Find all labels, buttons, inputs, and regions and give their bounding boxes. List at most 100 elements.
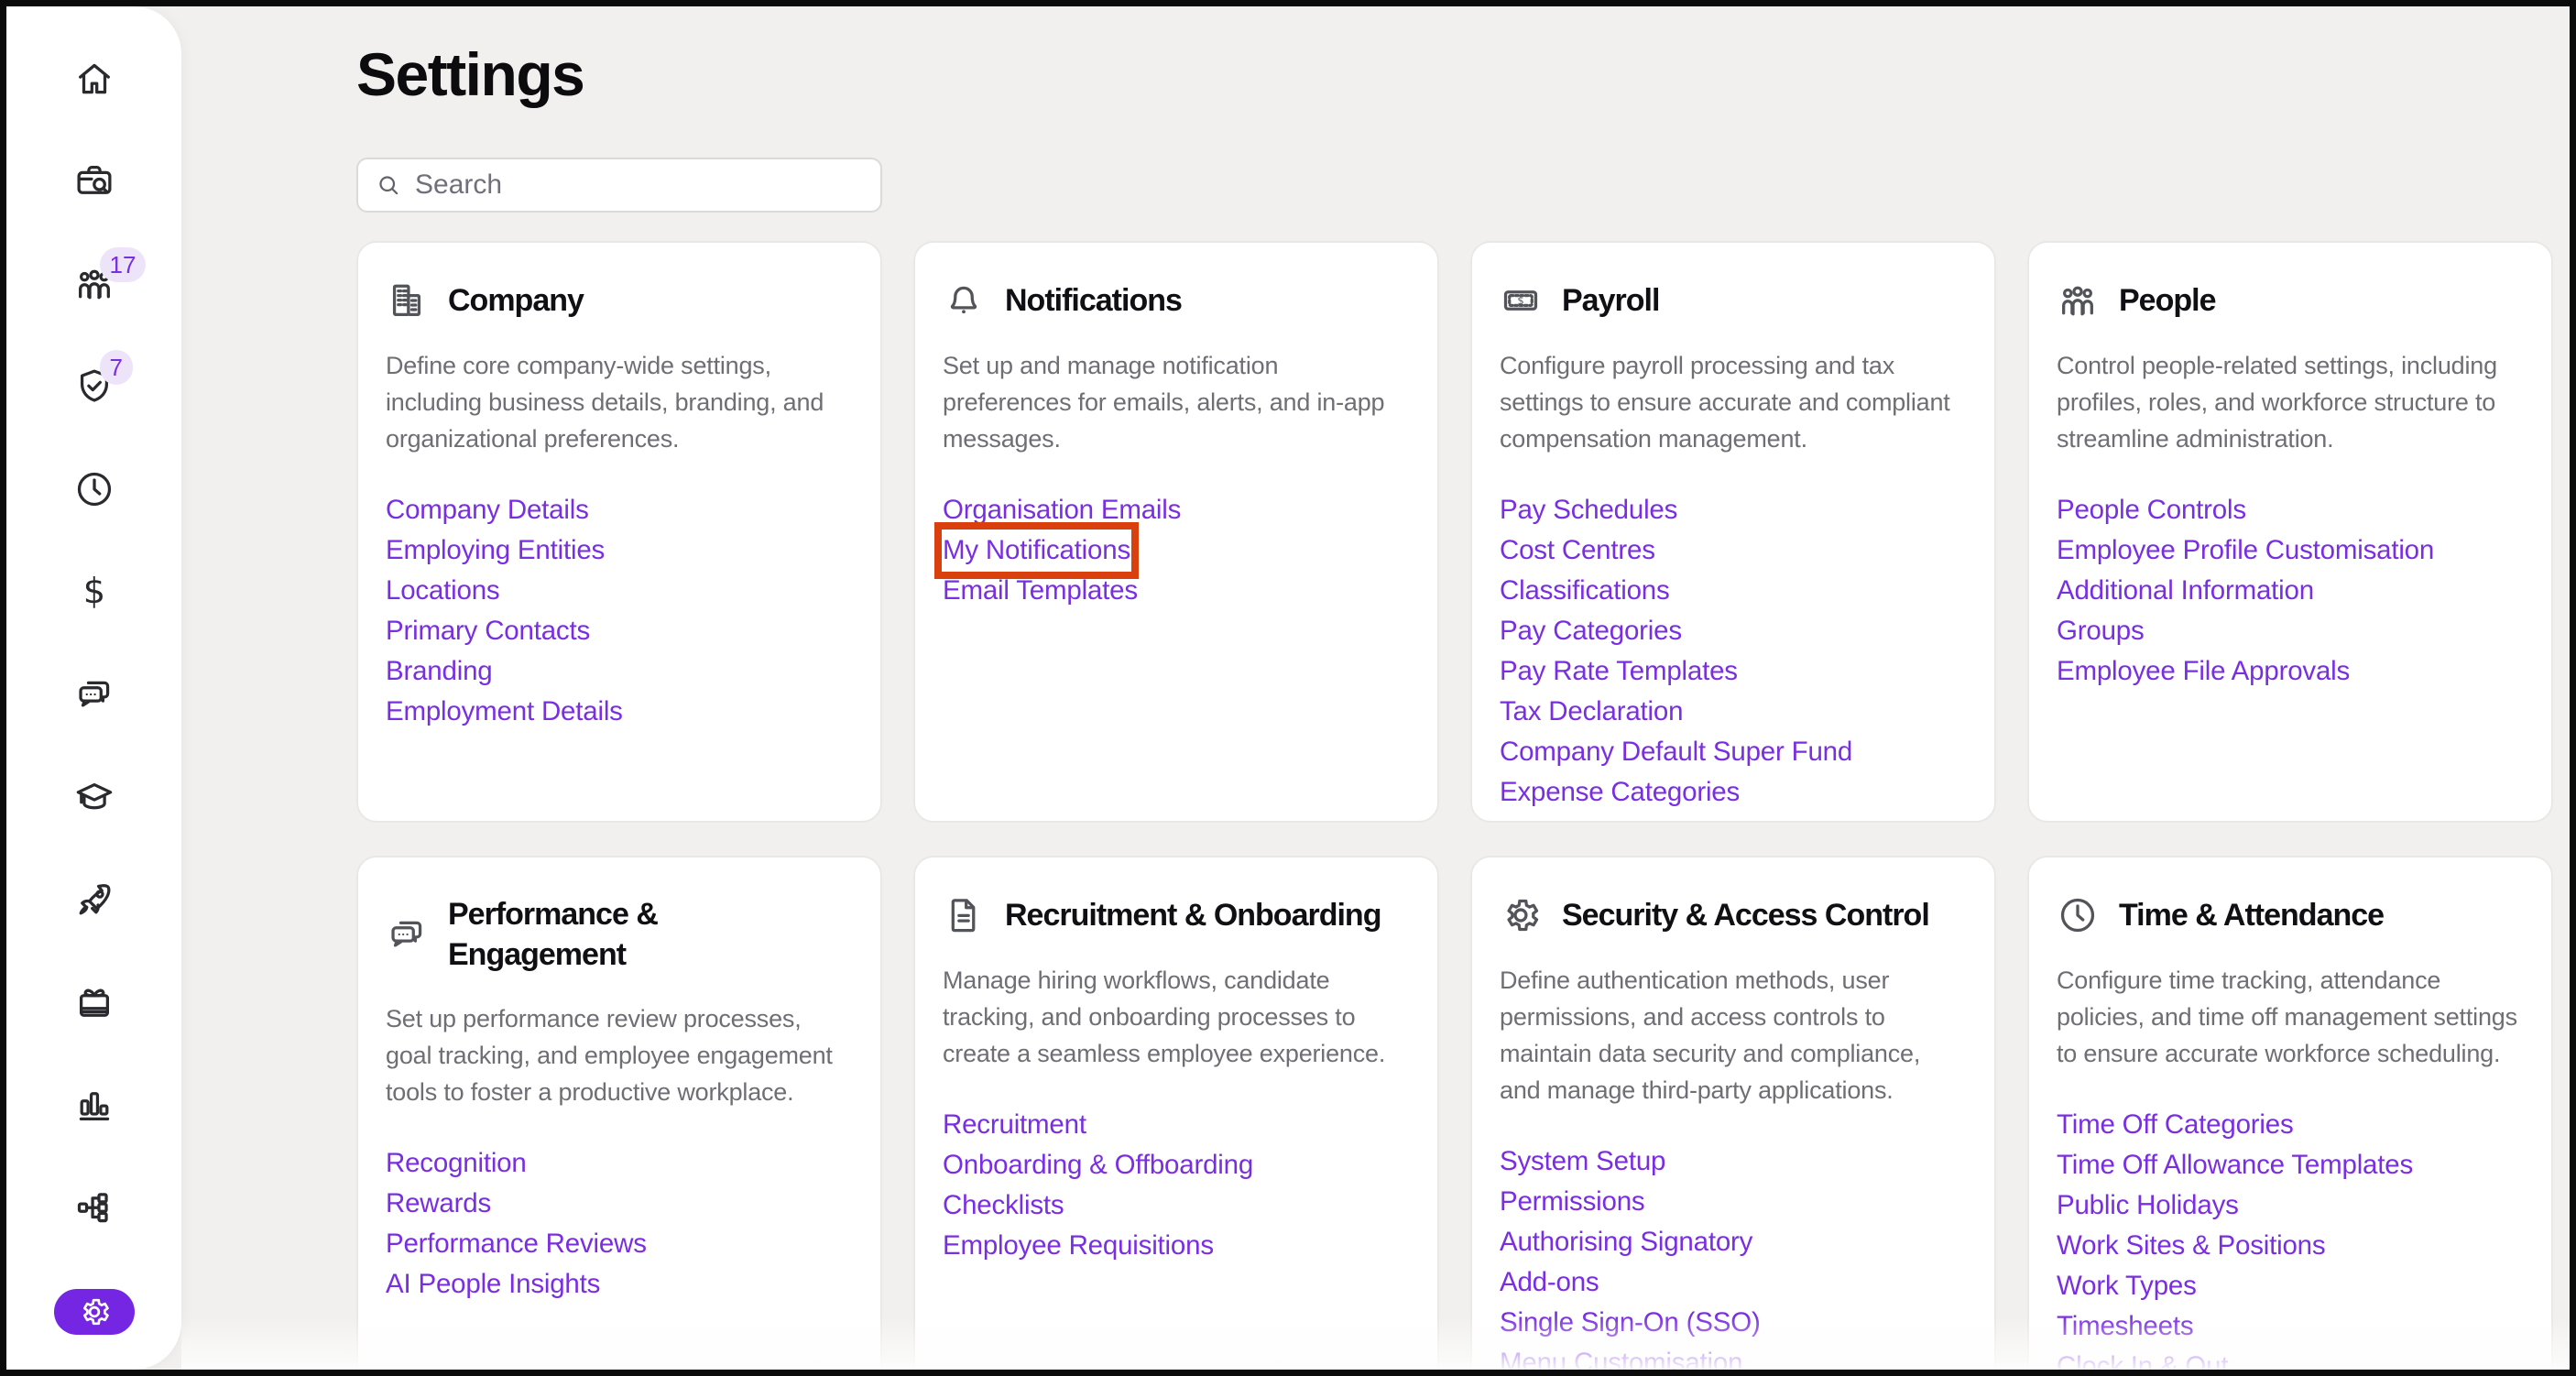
card-title: Company [448,280,584,321]
link-pay-schedules[interactable]: Pay Schedules [1500,490,1677,530]
link-system-setup[interactable]: System Setup [1500,1141,1665,1182]
sidebar-item-chat[interactable] [73,673,115,715]
link-time-off-allowance-templates[interactable]: Time Off Allowance Templates [2057,1145,2413,1185]
sidebar-item-dollar[interactable]: $ [73,571,115,613]
card-title: Performance & Engagement [448,894,764,975]
link-pay-rate-templates[interactable]: Pay Rate Templates [1500,651,1738,692]
card-links: RecognitionRewardsPerformance ReviewsAI … [386,1143,853,1305]
link-primary-contacts[interactable]: Primary Contacts [386,611,590,651]
card-performance-engagement: Performance & Engagement Set up performan… [356,856,882,1376]
link-time-off-categories[interactable]: Time Off Categories [2057,1105,2294,1145]
link-performance-reviews[interactable]: Performance Reviews [386,1224,647,1264]
link-classifications[interactable]: Classifications [1500,571,1670,611]
sidebar-item-clock[interactable] [73,468,115,510]
settings-grid: Company Define core company-wide settings… [356,241,2570,1376]
link-pay-categories[interactable]: Pay Categories [1500,611,1682,651]
link-people-controls[interactable]: People Controls [2057,490,2246,530]
card-header: Performance & Engagement [386,894,853,975]
sidebar-item-graduation-cap[interactable] [73,776,115,818]
card-description: Define authentication methods, user perm… [1500,962,1967,1108]
link-employing-entities[interactable]: Employing Entities [386,530,605,571]
link-expense-categories[interactable]: Expense Categories [1500,772,1740,813]
card-title: Security & Access Control [1562,895,1929,935]
briefcase-search-icon [73,160,115,202]
card-description: Define core company-wide settings, inclu… [386,347,853,457]
card-header: Recruitment & Onboarding [943,894,1410,936]
link-groups[interactable]: Groups [2057,611,2145,651]
link-branding[interactable]: Branding [386,651,493,692]
card-links: Time Off CategoriesTime Off Allowance Te… [2057,1105,2524,1376]
card-security-access-control: Security & Access Control Define authenti… [1470,856,1996,1376]
link-single-sign-on-sso[interactable]: Single Sign-On (SSO) [1500,1303,1761,1343]
link-permissions[interactable]: Permissions [1500,1182,1644,1222]
card-links: Organisation EmailsMy NotificationsEmail… [943,490,1410,611]
settings-icon [77,1294,112,1329]
chat-icon [73,673,115,715]
building-icon [386,279,428,322]
card-title: Time & Attendance [2119,895,2384,935]
card-description: Control people-related settings, includi… [2057,347,2524,457]
card-header: Security & Access Control [1500,894,1967,936]
card-payroll: $PayrollConfigure payroll processing and… [1470,241,1996,823]
link-timesheets[interactable]: Timesheets [2057,1306,2193,1347]
link-organisation-emails[interactable]: Organisation Emails [943,490,1181,530]
card-title: People [2119,280,2215,321]
link-recognition[interactable]: Recognition [386,1143,527,1184]
link-public-holidays[interactable]: Public Holidays [2057,1185,2239,1226]
sidebar-item-people[interactable]: 17 [73,263,115,305]
link-ai-people-insights[interactable]: AI People Insights [386,1264,600,1305]
link-my-notifications[interactable]: My Notifications [943,530,1130,571]
sidebar-item-briefcase-search[interactable] [73,160,115,202]
link-employee-profile-customisation[interactable]: Employee Profile Customisation [2057,530,2434,571]
card-time-attendance: Time & AttendanceConfigure time tracking… [2027,856,2553,1376]
link-employee-requisitions[interactable]: Employee Requisitions [943,1226,1214,1266]
link-company-default-super-fund[interactable]: Company Default Super Fund [1500,732,1852,772]
link-add-ons[interactable]: Add-ons [1500,1262,1599,1303]
clock-icon [2057,894,2099,936]
card-header: Company [386,279,853,322]
link-tax-declaration[interactable]: Tax Declaration [1500,692,1683,732]
link-checklists[interactable]: Checklists [943,1185,1064,1226]
sidebar-item-gift[interactable] [73,981,115,1023]
sidebar-item-shield-check[interactable]: 7 [73,366,115,408]
dollar-icon: $ [73,571,115,613]
svg-text:$: $ [1517,294,1523,307]
link-menu-customisation[interactable]: Menu Customisation [1500,1343,1742,1376]
link-cost-centres[interactable]: Cost Centres [1500,530,1655,571]
main-content: Settings CompanyDefine core company-wide… [356,6,2570,1370]
card-company: Company Define core company-wide settings… [356,241,882,823]
count-badge: 17 [100,247,147,282]
link-employee-file-approvals[interactable]: Employee File Approvals [2057,651,2350,692]
card-recruitment-onboarding: Recruitment & OnboardingManage hiring wo… [913,856,1439,1376]
sidebar-item-rocket[interactable] [73,879,115,921]
gift-icon [73,981,115,1023]
link-recruitment[interactable]: Recruitment [943,1105,1086,1145]
sidebar-item-org-chart[interactable] [73,1186,115,1229]
link-additional-information[interactable]: Additional Information [2057,571,2314,611]
card-description: Set up performance review processes, goa… [386,1000,853,1110]
sidebar-item-settings[interactable] [54,1289,135,1335]
graduation-cap-icon [73,776,115,818]
link-authorising-signatory[interactable]: Authorising Signatory [1500,1222,1752,1262]
link-locations[interactable]: Locations [386,571,499,611]
clock-icon [73,468,115,510]
sidebar-item-home[interactable] [73,58,115,100]
card-notifications: NotificationsSet up and manage notificat… [913,241,1439,823]
link-company-details[interactable]: Company Details [386,490,589,530]
card-title: Recruitment & Onboarding [1005,895,1381,935]
banknote-icon: $ [1500,279,1542,322]
link-email-templates[interactable]: Email Templates [943,571,1138,611]
link-clock-in-out[interactable]: Clock In & Out [2057,1347,2228,1376]
link-employment-details[interactable]: Employment Details [386,692,623,732]
card-title: Notifications [1005,280,1182,321]
card-header: $Payroll [1500,279,1967,322]
link-work-sites-positions[interactable]: Work Sites & Positions [2057,1226,2325,1266]
link-onboarding-offboarding[interactable]: Onboarding & Offboarding [943,1145,1253,1185]
search-input[interactable] [415,169,864,201]
link-work-types[interactable]: Work Types [2057,1266,2197,1306]
link-rewards[interactable]: Rewards [386,1184,491,1224]
card-links: People ControlsEmployee Profile Customis… [2057,490,2524,692]
home-icon [73,58,115,100]
sidebar-item-bar-chart[interactable] [73,1084,115,1126]
org-chart-icon [73,1186,115,1229]
